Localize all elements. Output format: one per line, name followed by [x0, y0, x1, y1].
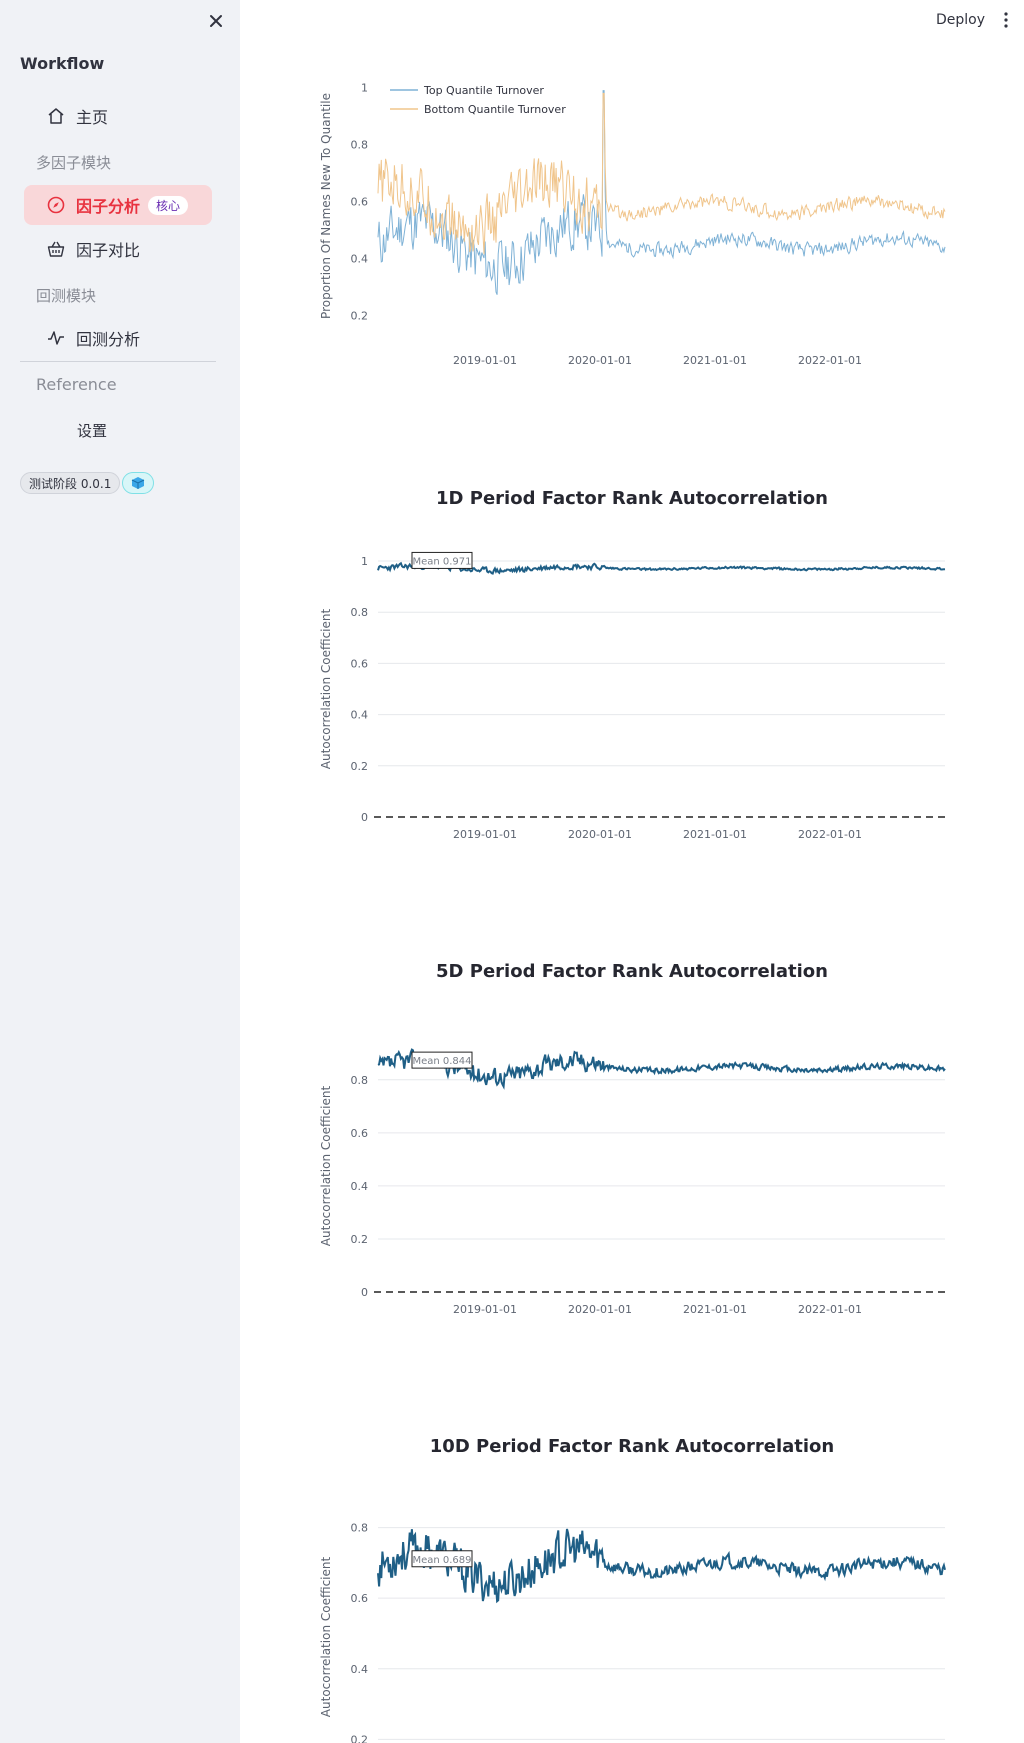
compass-icon	[46, 195, 66, 215]
sidebar-item-label: 回测分析	[76, 330, 141, 349]
autocorr-10d-chart: 0.8 0.6 0.4 0.2 Autocorrelation Coefficient M…	[319, 1522, 946, 1743]
x-tick-label: 2021-01-01	[683, 828, 747, 841]
sidebar-title: Workflow	[20, 54, 105, 73]
sidebar: Workflow 主页 多因子模块 因子分析 核心 因子对比 回测模块 回测分析…	[0, 0, 240, 1743]
y-tick-label: 0.6	[351, 1592, 369, 1605]
series-line	[377, 90, 946, 295]
y-tick-label: 0.2	[351, 1733, 369, 1743]
y-axis-title: Autocorrelation Coefficient	[319, 609, 333, 770]
sidebar-item-home[interactable]: 主页	[24, 96, 212, 136]
home-icon	[46, 106, 66, 126]
sidebar-item-label: 主页	[76, 108, 109, 127]
sidebar-item-factor-compare[interactable]: 因子对比	[24, 229, 212, 269]
annotation-label: Mean 0.689	[412, 1555, 471, 1566]
sidebar-divider	[20, 361, 216, 362]
section-multifactor: 多因子模块	[36, 154, 112, 172]
x-tick-label: 2019-01-01	[453, 828, 517, 841]
chart-title-1d: 1D Period Factor Rank Autocorrelation	[436, 488, 828, 509]
x-tick-label: 2022-01-01	[798, 354, 862, 367]
y-tick-label: 1	[361, 555, 368, 568]
basket-icon	[46, 239, 66, 259]
y-tick-label: 0.8	[351, 1522, 369, 1535]
y-tick-label: 1	[361, 82, 368, 95]
chart-title-5d: 5D Period Factor Rank Autocorrelation	[436, 961, 828, 982]
chart-title-10d: 10D Period Factor Rank Autocorrelation	[429, 1436, 835, 1457]
y-tick-label: 0.2	[351, 1233, 369, 1246]
x-tick-label: 2022-01-01	[798, 828, 862, 841]
close-sidebar-button[interactable]	[203, 8, 229, 34]
cube-icon	[131, 477, 145, 489]
y-tick-label: 0.4	[351, 253, 369, 266]
sidebar-item-label: 因子分析	[76, 197, 141, 216]
x-tick-label: 2019-01-01	[453, 354, 517, 367]
x-tick-label: 2020-01-01	[568, 828, 632, 841]
y-tick-label: 0.8	[351, 1074, 369, 1087]
legend-label: Top Quantile Turnover	[423, 84, 544, 97]
y-tick-label: 0.4	[351, 1180, 369, 1193]
x-tick-label: 2020-01-01	[568, 354, 632, 367]
section-backtest: 回测模块	[36, 287, 97, 305]
y-tick-label: 0.8	[351, 139, 369, 152]
core-badge: 核心	[148, 195, 189, 215]
y-tick-label: 0.8	[351, 606, 369, 619]
reference-link[interactable]: Reference	[36, 375, 117, 394]
sidebar-item-factor-analysis[interactable]: 因子分析 核心	[24, 185, 212, 225]
autocorr-1d-chart: 1 0.8 0.6 0.4 0.2 0 2019-01-01 2020-01-01 2021-0…	[319, 551, 946, 841]
x-tick-label: 2021-01-01	[683, 1303, 747, 1316]
y-tick-label: 0	[361, 1286, 368, 1299]
sidebar-item-label: 因子对比	[76, 241, 141, 260]
annotation-label: Mean 0.971	[412, 556, 471, 567]
series-line	[377, 92, 946, 255]
more-vertical-icon	[1004, 12, 1008, 28]
y-tick-label: 0.4	[351, 709, 369, 722]
y-tick-label: 0.2	[351, 310, 369, 323]
legend-label: Bottom Quantile Turnover	[424, 103, 566, 116]
y-tick-label: 0.6	[351, 196, 369, 209]
y-axis-title: Proportion Of Names New To Quantile	[319, 93, 333, 319]
y-tick-label: 0	[361, 811, 368, 824]
settings-link[interactable]: 设置	[77, 420, 107, 441]
close-icon	[210, 15, 222, 27]
y-axis-title: Autocorrelation Coefficient	[319, 1557, 333, 1718]
pulse-icon	[46, 328, 66, 348]
x-tick-label: 2021-01-01	[683, 354, 747, 367]
y-tick-label: 0.6	[351, 657, 369, 670]
mean-annotation: Mean 0.844	[411, 1051, 473, 1069]
sidebar-item-backtest-analysis[interactable]: 回测分析	[24, 318, 212, 358]
cube-badge	[122, 472, 154, 494]
main-menu-button[interactable]	[996, 8, 1016, 32]
autocorr-5d-chart: 0.8 0.6 0.4 0.2 0 2019-01-01 2020-01-01 2021-01…	[319, 1048, 946, 1316]
version-badge: 测试阶段 0.0.1	[20, 472, 121, 494]
x-tick-label: 2020-01-01	[568, 1303, 632, 1316]
y-tick-label: 0.4	[351, 1663, 369, 1676]
y-tick-label: 0.2	[351, 760, 369, 773]
deploy-button[interactable]: Deploy	[930, 8, 991, 32]
annotation-label: Mean 0.844	[412, 1056, 471, 1067]
mean-annotation: Mean 0.689	[411, 1550, 473, 1568]
x-tick-label: 2019-01-01	[453, 1303, 517, 1316]
mean-annotation: Mean 0.971	[411, 551, 473, 569]
y-axis-title: Autocorrelation Coefficient	[319, 1086, 333, 1247]
y-tick-label: 0.6	[351, 1127, 369, 1140]
x-tick-label: 2022-01-01	[798, 1303, 862, 1316]
turnover-chart: 1 0.8 0.6 0.4 0.2 2019-01-01 2020-01-01 2021-01…	[319, 82, 946, 367]
